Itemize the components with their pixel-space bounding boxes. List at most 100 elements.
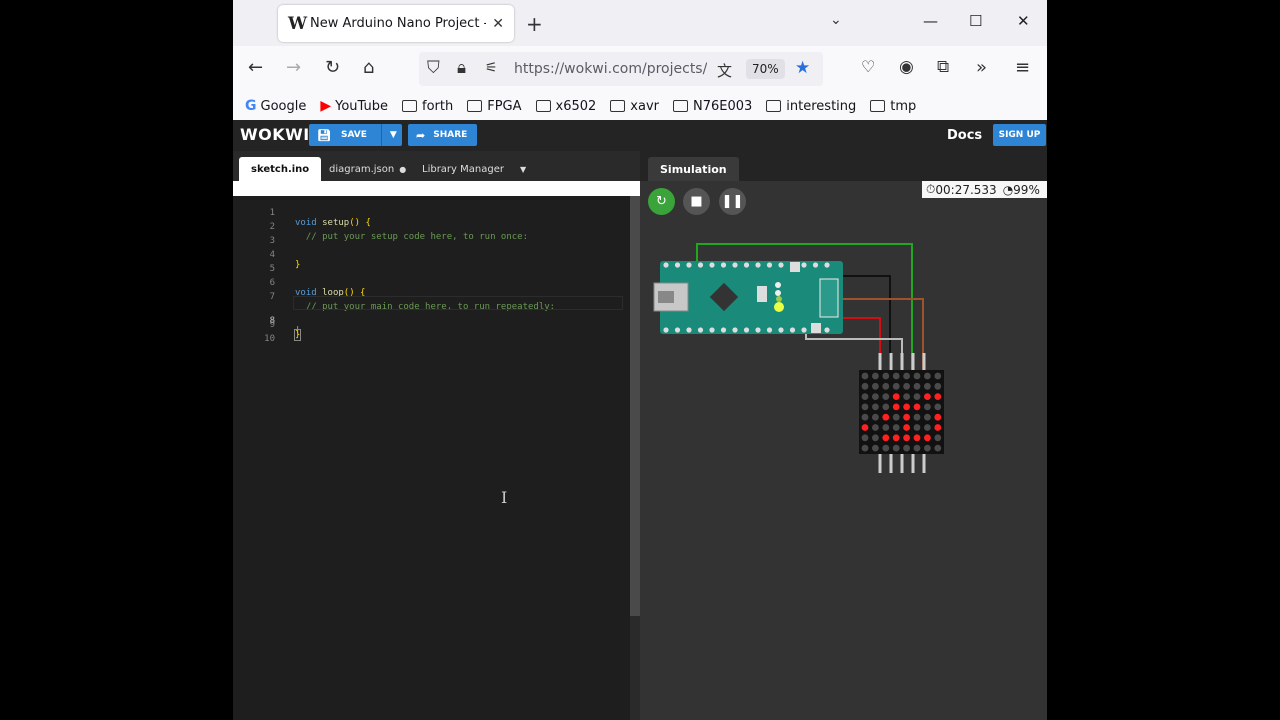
window-close-icon[interactable]: ✕ (1017, 12, 1030, 30)
tab-library-manager[interactable]: Library Manager ▼ (410, 157, 538, 181)
save-dropdown-caret-icon[interactable]: ▼ (390, 130, 397, 140)
tab-list-chevron-icon[interactable]: ⌄ (830, 12, 842, 28)
editor-toolbar-strip (233, 181, 640, 196)
share-arrow-icon: ➦ (416, 128, 426, 142)
pocket-icon[interactable]: ♡ (861, 57, 875, 76)
translate-icon[interactable]: 文 (717, 60, 732, 81)
matrix-led-off (872, 403, 879, 411)
bookmark-folder-n76e003[interactable]: N76E003 (673, 99, 752, 114)
home-icon[interactable]: ⌂ (363, 57, 374, 78)
simulation-tab-bar: Simulation (640, 151, 1047, 181)
matrix-pins-bottom (878, 453, 926, 473)
save-divider (380, 124, 382, 146)
folder-icon (402, 100, 417, 112)
minimize-icon[interactable]: — (923, 12, 938, 30)
header-pin (709, 262, 715, 268)
code-line: 7 // put your main code here, to run rep… (233, 282, 628, 312)
matrix-led-off (924, 444, 931, 452)
permissions-icon[interactable]: ⚟ (485, 60, 498, 76)
matrix-led-off (872, 393, 879, 400)
code-area[interactable]: 1 void setup() { 2 // put your setup cod… (233, 196, 628, 616)
matrix-pin (900, 453, 904, 473)
new-tab-icon[interactable]: + (526, 12, 543, 36)
code-line: 1 void setup() { (233, 198, 628, 228)
bookmark-google[interactable]: G Google (245, 98, 306, 114)
current-line-highlight (293, 296, 623, 310)
zoom-level-badge[interactable]: 70% (746, 59, 785, 79)
code-line: 2 // put your setup code here, to run on… (233, 212, 628, 242)
maximize-icon[interactable]: ☐ (969, 12, 982, 30)
lock-icon[interactable]: 🔒︎ (457, 58, 466, 78)
led-power-on (774, 302, 784, 312)
url-text[interactable]: https://wokwi.com/projects/new/arduino-n… (514, 61, 707, 77)
save-button[interactable]: 💾︎ SAVE ▼ (309, 124, 402, 146)
bookmark-folder-x6502[interactable]: x6502 (535, 99, 596, 114)
editor-scrollbar-thumb[interactable] (630, 196, 640, 616)
editor-tab-bar: sketch.ino diagram.json ● Library Manage… (233, 151, 640, 181)
menu-hamburger-icon[interactable]: ≡ (1015, 57, 1030, 78)
url-bar[interactable]: ⛉ 🔒︎ ⚟ https://wokwi.com/projects/new/ar… (419, 52, 823, 86)
extensions-icon[interactable]: ⧉ (937, 57, 949, 77)
code-line-current: 8 | (233, 296, 628, 336)
matrix-led-off (861, 403, 869, 411)
editor-menu-caret-icon[interactable]: ▼ (520, 165, 526, 174)
matrix-led-off (892, 444, 900, 452)
matrix-led-off (861, 434, 869, 442)
matrix-body (859, 370, 944, 454)
matrix-led-off (903, 372, 910, 380)
code-editor-pane: sketch.ino diagram.json ● Library Manage… (233, 151, 640, 720)
bookmark-youtube[interactable]: ▶ YouTube (320, 98, 388, 114)
header-pin (686, 262, 692, 268)
navigation-toolbar: ← → ↻ ⌂ ⛉ 🔒︎ ⚟ https://wokwi.com/project… (233, 46, 1047, 92)
tab-close-icon[interactable]: ✕ (492, 16, 504, 32)
bookmark-folder-interesting[interactable]: interesting (766, 99, 856, 114)
matrix-led-on (913, 403, 921, 411)
simulation-canvas[interactable]: ↻ ■ ❚❚ ⏱ 00:27.533 ◔ 99% (640, 181, 1047, 720)
tab-simulation[interactable]: Simulation (648, 157, 739, 181)
matrix-led-off (934, 382, 942, 390)
bookmark-folder-xavr[interactable]: xavr (610, 99, 659, 114)
account-icon[interactable]: ◉ (899, 57, 914, 77)
header-pin (766, 262, 773, 268)
overflow-chevrons-icon[interactable]: » (976, 57, 987, 78)
matrix-led-off (872, 444, 879, 452)
matrix-pin (911, 353, 915, 371)
circuit-diagram[interactable] (640, 181, 1047, 720)
header-pin (663, 327, 669, 333)
matrix-led-off (861, 393, 869, 400)
wokwi-logo[interactable]: WOKWI (240, 125, 310, 144)
docs-link[interactable]: Docs (947, 128, 982, 143)
matrix-pins-top (878, 353, 926, 371)
matrix-led-off (903, 393, 910, 400)
forward-arrow-icon[interactable]: → (286, 57, 301, 78)
matrix-led-off (913, 372, 921, 380)
header-pin (686, 327, 692, 333)
tab-diagram-json[interactable]: diagram.json ● (317, 157, 418, 181)
tab-sketch-ino[interactable]: sketch.ino (239, 157, 322, 181)
simulation-pane: Simulation ↻ ■ ❚❚ ⏱ 00:27.533 ◔ 99% (640, 151, 1047, 720)
matrix-led-off (924, 424, 931, 431)
back-arrow-icon[interactable]: ← (248, 57, 263, 78)
reload-icon[interactable]: ↻ (325, 57, 340, 78)
bookmark-label: N76E003 (693, 98, 753, 114)
matrix-led-off (934, 403, 942, 411)
matrix-led-on (934, 424, 942, 431)
matrix-led-off (861, 382, 869, 390)
shield-icon[interactable]: ⛉ (427, 58, 440, 78)
bookmarks-toolbar: G Google ▶ YouTube forth FPGA x6502 xavr… (233, 92, 1047, 120)
bookmark-star-icon[interactable]: ★ (795, 58, 810, 78)
wokwi-favicon: W (288, 13, 308, 34)
google-icon: G (245, 98, 257, 114)
browser-window: W New Arduino Nano Project - Wokwi ✕ + ⌄… (233, 0, 1047, 720)
bookmark-folder-fpga[interactable]: FPGA (467, 99, 522, 114)
share-button[interactable]: ➦ SHARE (408, 124, 477, 146)
matrix-led-off (934, 434, 942, 442)
bookmark-folder-tmp[interactable]: tmp (870, 99, 916, 114)
browser-tab-active[interactable]: W New Arduino Nano Project - Wokwi ✕ (278, 5, 514, 42)
header-pin (801, 262, 807, 268)
header-pin (732, 327, 738, 333)
bookmark-label: interesting (786, 98, 857, 114)
tab-label: diagram.json (329, 163, 395, 175)
sign-up-button[interactable]: SIGN UP (993, 124, 1046, 146)
bookmark-folder-forth[interactable]: forth (402, 99, 453, 114)
